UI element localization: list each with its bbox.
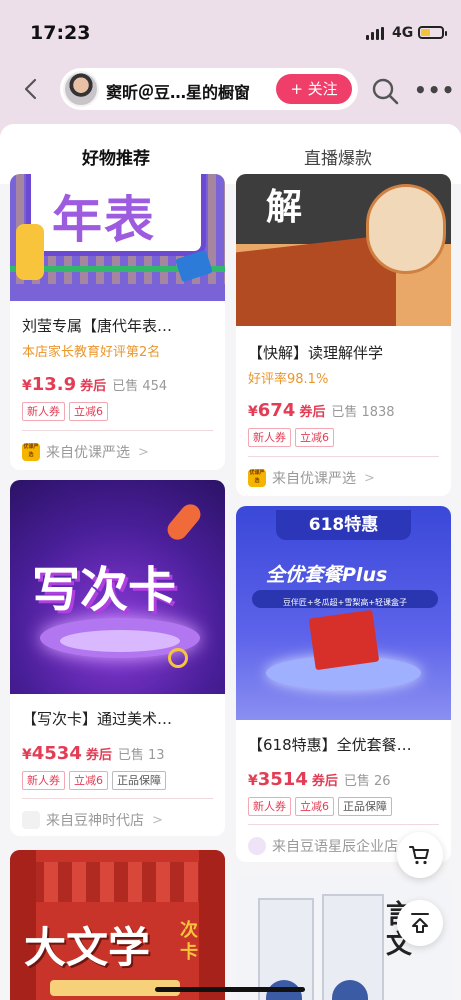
product-image[interactable]: 大文学 次卡 xyxy=(10,850,225,1000)
tag-discount: 立减6 xyxy=(295,428,334,447)
status-time: 17:23 xyxy=(30,22,91,44)
cart-icon xyxy=(409,846,429,865)
product-art-text: 年表 xyxy=(52,191,156,249)
back-to-top-icon xyxy=(411,913,429,933)
product-rank: 本店家长教育好评第2名 xyxy=(22,345,161,360)
tag-list: 新人券 立减6 xyxy=(22,402,108,421)
avatar[interactable] xyxy=(63,71,99,107)
product-title[interactable]: 【618特惠】全优套餐… xyxy=(248,734,412,755)
source-logo xyxy=(248,837,266,855)
tag-authentic: 正品保障 xyxy=(338,797,392,816)
sold-count: 已售 454 xyxy=(112,379,168,394)
source-logo xyxy=(22,811,40,829)
product-source[interactable]: 来自豆神时代店 > xyxy=(22,810,163,830)
chevron-right-icon: > xyxy=(138,444,149,460)
tag-coupon: 新人券 xyxy=(248,428,291,447)
tag-coupon: 新人券 xyxy=(22,771,65,790)
sold-count: 已售 1838 xyxy=(331,405,395,420)
divider xyxy=(248,824,439,825)
product-image[interactable]: 年表 xyxy=(10,174,225,301)
product-image[interactable]: 618特惠 全优套餐Plus 豆伴匠+冬瓜超+雪梨高+轻课盒子 xyxy=(236,506,451,720)
product-title[interactable]: 刘莹专属【唐代年表… xyxy=(22,315,172,336)
product-card[interactable]: 大文学 次卡 xyxy=(10,850,225,1000)
search-icon[interactable] xyxy=(370,76,400,106)
nav-bar: 窦昕＠豆…星的橱窗 + 关注 ••• xyxy=(0,65,461,115)
cart-button[interactable] xyxy=(397,832,443,878)
sold-count: 已售 13 xyxy=(117,748,165,763)
divider xyxy=(22,430,213,431)
product-rank: 好评率98.1% xyxy=(248,372,329,387)
tag-list: 新人券 立减6 正品保障 xyxy=(22,771,166,790)
tag-authentic: 正品保障 xyxy=(112,771,166,790)
follow-button[interactable]: + 关注 xyxy=(276,74,352,104)
product-card[interactable]: 解 【快解】读理解伴学 好评率98.1% ¥674 券后 已售 1838 新人券 立… xyxy=(236,174,451,496)
signal-icon xyxy=(366,27,384,40)
network-label: 4G xyxy=(392,25,414,41)
home-indicator xyxy=(155,987,305,992)
tag-list: 新人券 立减6 xyxy=(248,428,334,447)
product-card[interactable]: 618特惠 全优套餐Plus 豆伴匠+冬瓜超+雪梨高+轻课盒子 【618特惠】全… xyxy=(236,506,451,862)
art-subtitle: 豆伴匠+冬瓜超+雪梨高+轻课盒子 xyxy=(282,598,408,607)
tag-discount: 立减6 xyxy=(69,402,108,421)
product-card[interactable]: 写次卡 【写次卡】通过美术… ¥4534 券后 已售 13 新人券 立减6 正品保障… xyxy=(10,480,225,836)
tag-coupon: 新人券 xyxy=(22,402,65,421)
product-card[interactable]: 年表 刘莹专属【唐代年表… 本店家长教育好评第2名 ¥13.9 券后 已售 454 … xyxy=(10,174,225,470)
product-art-text: 大文学 xyxy=(24,923,151,972)
product-price: ¥13.9 券后 已售 454 xyxy=(22,374,168,395)
tab-recommend[interactable]: 好物推荐 xyxy=(82,144,150,169)
divider xyxy=(248,456,439,457)
product-art-text: 解 xyxy=(266,187,303,228)
content-panel: 好物推荐 直播爆款 年表 刘莹专属【唐代年表… 本店家长教育好评第2名 ¥13.… xyxy=(0,124,461,1000)
product-art-text: 写次卡 xyxy=(32,562,177,618)
chevron-right-icon: > xyxy=(364,470,375,486)
tag-discount: 立减6 xyxy=(69,771,108,790)
back-to-top-button[interactable] xyxy=(397,900,443,946)
more-icon[interactable]: ••• xyxy=(414,78,455,102)
tag-coupon: 新人券 xyxy=(248,797,291,816)
divider xyxy=(22,798,213,799)
back-icon[interactable] xyxy=(20,77,44,101)
shop-capsule[interactable]: 窦昕＠豆…星的橱窗 + 关注 xyxy=(60,68,358,110)
shop-name: 窦昕＠豆…星的橱窗 xyxy=(106,83,251,102)
product-image[interactable]: 解 xyxy=(236,174,451,326)
tag-list: 新人券 立减6 正品保障 xyxy=(248,797,392,816)
product-source[interactable]: 来自豆语星辰企业店 xyxy=(248,836,398,856)
status-bar: 17:23 4G xyxy=(0,0,461,60)
product-title[interactable]: 【快解】读理解伴学 xyxy=(248,342,383,363)
battery-icon xyxy=(418,26,447,39)
art-banner: 618特惠 xyxy=(308,515,379,535)
tab-live-hot[interactable]: 直播爆款 xyxy=(304,144,372,169)
art-title: 全优套餐Plus xyxy=(266,564,388,586)
product-price: ¥3514 券后 已售 26 xyxy=(248,769,391,790)
source-logo: 优课严选 xyxy=(22,443,40,461)
product-image[interactable]: 写次卡 xyxy=(10,480,225,694)
sold-count: 已售 26 xyxy=(343,774,391,789)
source-logo: 优课严选 xyxy=(248,469,266,487)
product-source[interactable]: 优课严选 来自优课严选 > xyxy=(22,442,149,462)
product-price: ¥674 券后 已售 1838 xyxy=(248,400,395,421)
art-subtitle: 次卡 xyxy=(180,920,198,963)
product-title[interactable]: 【写次卡】通过美术… xyxy=(22,708,172,729)
tag-discount: 立减6 xyxy=(295,797,334,816)
chevron-right-icon: > xyxy=(152,812,163,828)
product-source[interactable]: 优课严选 来自优课严选 > xyxy=(248,468,375,488)
product-price: ¥4534 券后 已售 13 xyxy=(22,743,165,764)
